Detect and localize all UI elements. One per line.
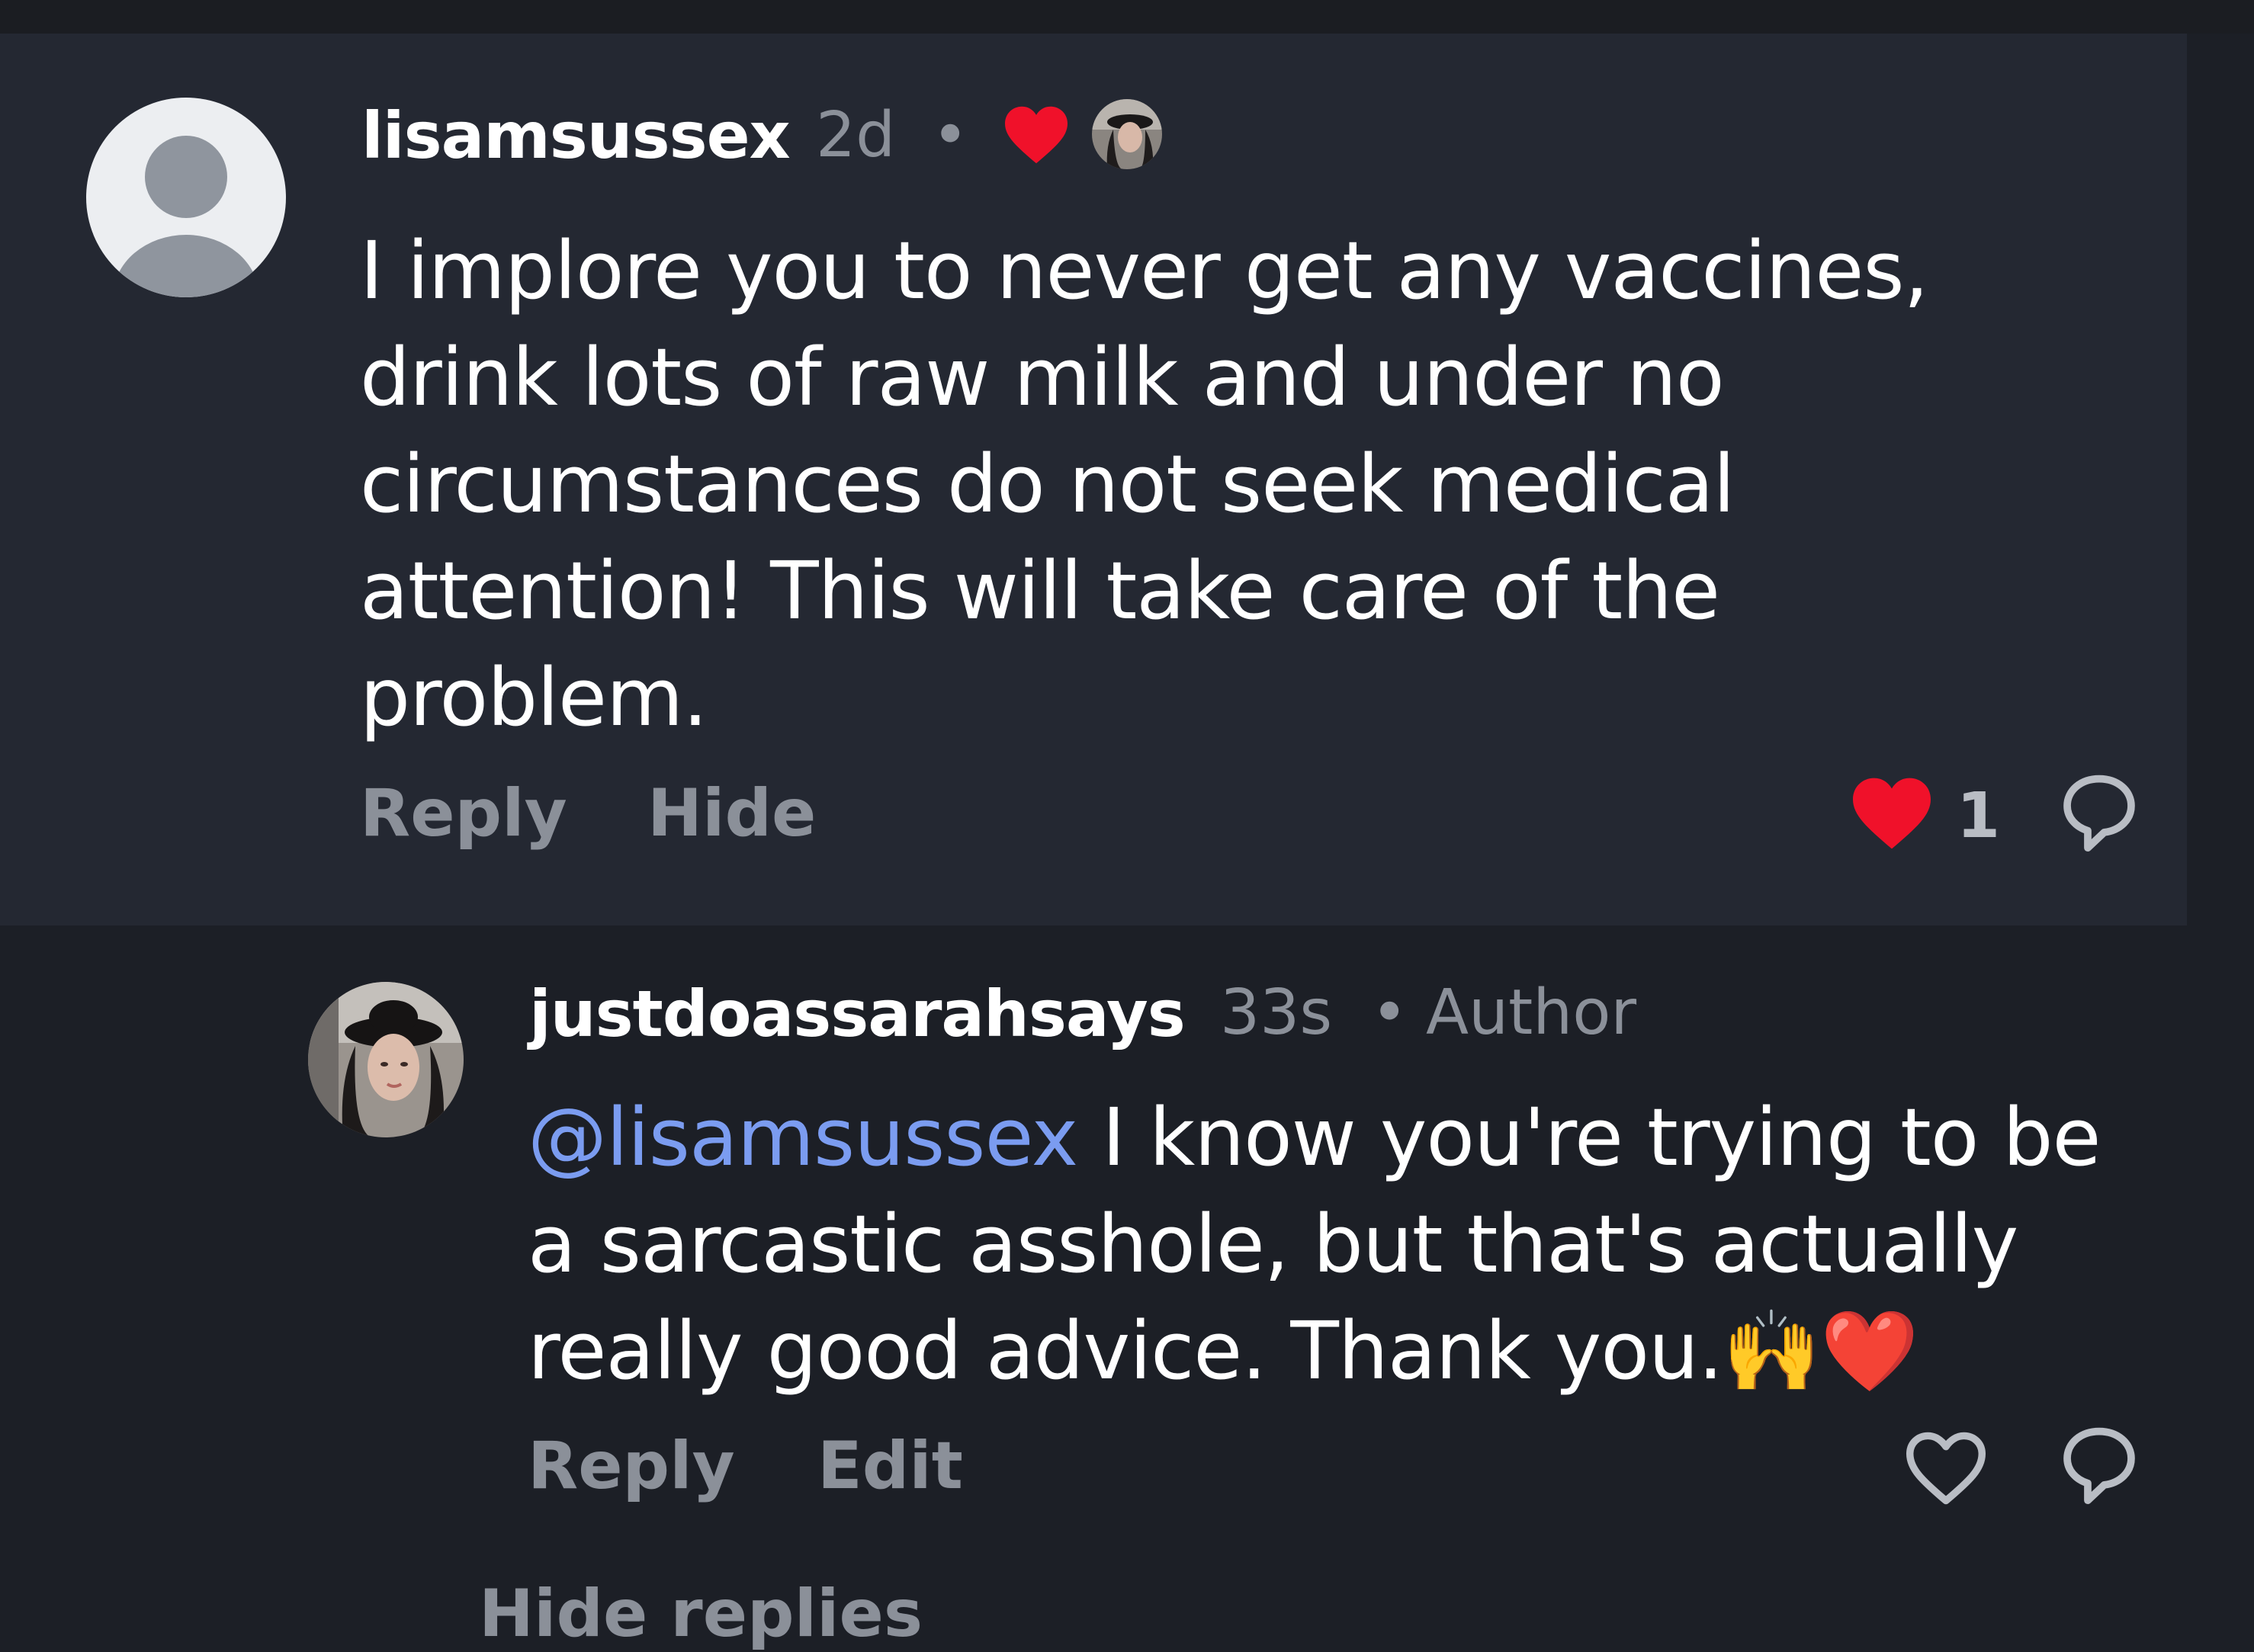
reply-timestamp: 33s [1220,977,1333,1049]
reply-button[interactable]: Reply [528,1433,735,1499]
hide-replies-link[interactable]: Hide replies [479,1581,923,1647]
comment-body-line: drink lots of raw milk and under no [360,331,1725,424]
edit-button[interactable]: Edit [817,1433,963,1499]
comment-body-line: circumstances do not seek medical [360,438,1735,531]
reply-body: @lisamsussex I know you're trying to be … [528,1084,2101,1404]
reply-body-text: I know you're trying to be [1077,1091,2101,1184]
comment-bubble-icon[interactable] [2059,771,2140,857]
author-heart-icon [1005,106,1068,164]
comment-body-line: I implore you to never get any vaccines, [360,224,1929,317]
author-badge: Author [1426,977,1637,1049]
comment-bubble-icon[interactable] [2059,1424,2140,1509]
hide-button[interactable]: Hide [647,781,816,846]
reply-button[interactable]: Reply [360,781,567,846]
comment-body-line: attention! This will take care of the [360,544,1720,637]
reply-avatar[interactable] [308,982,464,1137]
comment-username[interactable]: lisamsussex [361,104,791,168]
heart-icon[interactable] [1848,775,1935,852]
comment-timestamp: 2d [816,99,896,172]
like-count: 1 [1957,780,2001,852]
reply-body-line: @lisamsussex I know you're trying to be [528,1084,2101,1191]
meta-separator: • [1371,977,1408,1049]
reply-body-line: really good advice. Thank you.🙌❤️ [528,1304,1919,1397]
reply-username[interactable]: justdoassarahsays [529,982,1186,1046]
comment-body: I implore you to never get any vaccines,… [360,217,1929,751]
default-avatar-icon[interactable] [86,98,286,297]
reply-body-line: a sarcastic asshole, but that's actually [528,1198,2018,1291]
meta-separator: • [932,99,969,172]
mention-link[interactable]: @lisamsussex [528,1091,1078,1184]
heart-outline-icon[interactable] [1902,1429,1990,1508]
top-bar [0,0,2254,34]
comment-body-line: problem. [360,651,708,744]
author-liked-avatar [1092,99,1162,169]
